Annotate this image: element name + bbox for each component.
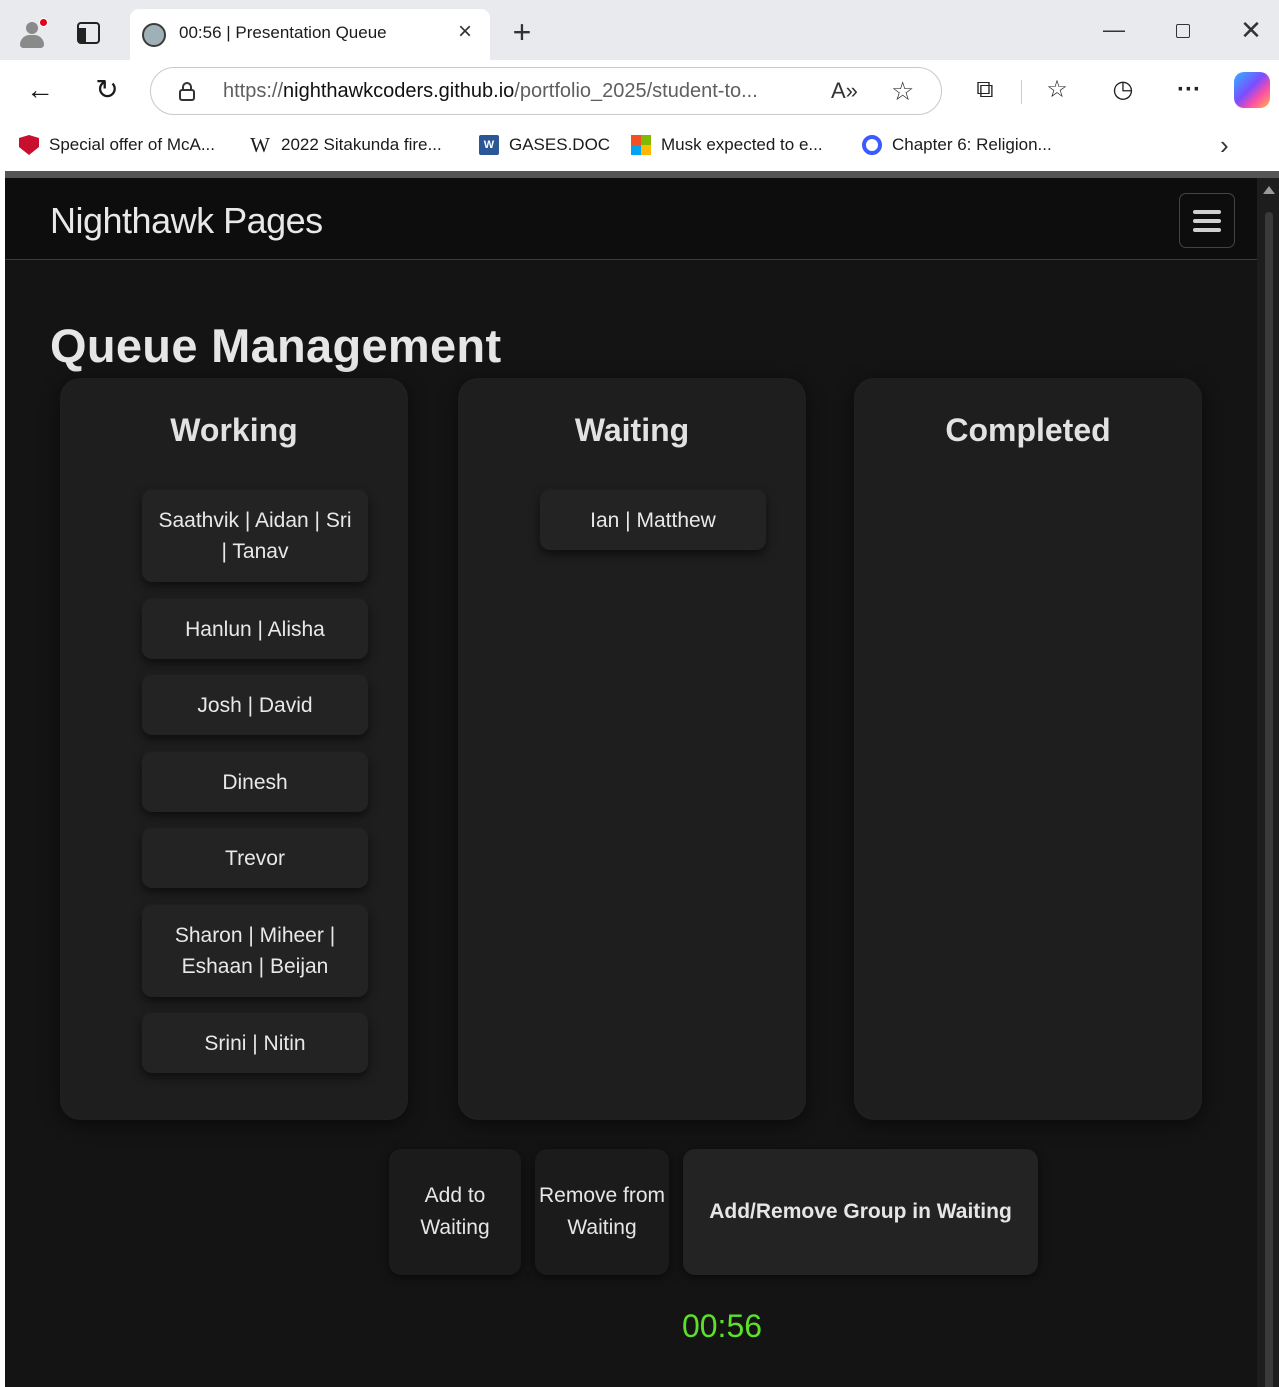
reload-icon[interactable]: ↻	[89, 72, 125, 108]
page-scrollbar[interactable]	[1257, 178, 1279, 1387]
toolbar-divider	[1021, 80, 1022, 104]
add-to-waiting-button[interactable]: Add to Waiting	[389, 1149, 521, 1275]
column-title: Working	[170, 412, 298, 448]
bookmarks-bar: Special offer of McA... W 2022 Sitakunda …	[0, 122, 1279, 170]
history-clock-icon[interactable]: ◷	[1106, 73, 1140, 107]
page-title: Queue Management	[50, 319, 502, 372]
bookmark-item[interactable]: Musk expected to e...	[631, 133, 823, 157]
back-arrow-icon[interactable]: ←	[22, 72, 58, 108]
hamburger-menu-icon[interactable]	[1179, 193, 1235, 248]
group-card[interactable]: Josh | David	[142, 675, 368, 735]
tab-title: 00:56 | Presentation Queue	[179, 23, 387, 42]
new-tab-icon[interactable]: +	[508, 16, 536, 48]
bookmark-item[interactable]: W GASES.DOC	[479, 133, 610, 157]
bookmark-item[interactable]: W 2022 Sitakunda fire...	[249, 133, 442, 157]
site-navbar: Nighthawk Pages	[5, 178, 1257, 260]
column-title: Waiting	[574, 412, 690, 448]
scrollbar-thumb[interactable]	[1265, 212, 1273, 1387]
window-minimize-icon[interactable]: —	[1096, 14, 1132, 46]
window-close-icon[interactable]: ✕	[1233, 14, 1269, 46]
waiting-column: Waiting Ian | Matthew	[458, 378, 806, 1120]
site-favicon-icon	[142, 23, 166, 47]
column-title: Completed	[945, 412, 1111, 448]
tab-actions-icon[interactable]	[77, 22, 100, 44]
favorite-star-icon[interactable]: ☆	[891, 76, 914, 107]
microsoft-icon	[631, 135, 651, 155]
completed-column: Completed	[854, 378, 1202, 1120]
group-card[interactable]: Sharon | Miheer | Eshaan | Beijan	[142, 905, 368, 997]
window-maximize-icon[interactable]	[1165, 14, 1201, 46]
group-card[interactable]: Trevor	[142, 828, 368, 888]
countdown-timer: 00:56	[681, 1308, 763, 1344]
favorites-list-icon[interactable]: ☆	[1040, 73, 1074, 107]
add-remove-group-button[interactable]: Add/Remove Group in Waiting	[683, 1149, 1038, 1275]
group-card[interactable]: Srini | Nitin	[142, 1013, 368, 1073]
wikipedia-icon: W	[250, 133, 270, 157]
quizlet-icon	[862, 135, 882, 155]
browser-tab-bar: 00:56 | Presentation Queue × + — ✕	[0, 0, 1279, 60]
working-column: Working Saathvik | Aidan | Sri | Tanav H…	[60, 378, 408, 1120]
group-card[interactable]: Dinesh	[142, 752, 368, 812]
extensions-puzzle-icon[interactable]: ⧉	[968, 73, 1002, 107]
scroll-up-arrow-icon[interactable]	[1263, 186, 1275, 194]
copilot-icon[interactable]	[1234, 72, 1270, 108]
bookmarks-overflow-chevron-icon[interactable]: ›	[1220, 130, 1229, 161]
profile-avatar-icon[interactable]	[17, 18, 48, 49]
bookmark-item[interactable]: Special offer of McA...	[19, 133, 215, 157]
remove-from-waiting-button[interactable]: Remove from Waiting	[535, 1149, 669, 1275]
tab-close-icon[interactable]: ×	[452, 19, 478, 45]
url-text[interactable]: https://nighthawkcoders.github.io/portfo…	[223, 80, 813, 103]
word-doc-icon: W	[479, 135, 499, 155]
group-card[interactable]: Hanlun | Alisha	[142, 599, 368, 659]
group-card[interactable]: Saathvik | Aidan | Sri | Tanav	[142, 490, 368, 582]
more-options-icon[interactable]: ···	[1172, 73, 1206, 107]
address-bar[interactable]: https://nighthawkcoders.github.io/portfo…	[150, 67, 942, 115]
group-card[interactable]: Ian | Matthew	[540, 490, 766, 550]
site-brand[interactable]: Nighthawk Pages	[50, 200, 323, 242]
bookmark-item[interactable]: Chapter 6: Religion...	[862, 133, 1052, 157]
mcafee-icon	[19, 135, 39, 155]
browser-toolbar: ← ↻ https://nighthawkcoders.github.io/po…	[0, 60, 1279, 122]
lock-icon[interactable]	[179, 82, 195, 101]
read-aloud-icon[interactable]: A»	[831, 78, 858, 104]
page-viewport: Nighthawk Pages Queue Management Working…	[5, 171, 1279, 1387]
browser-tab-active[interactable]: 00:56 | Presentation Queue ×	[130, 9, 490, 60]
